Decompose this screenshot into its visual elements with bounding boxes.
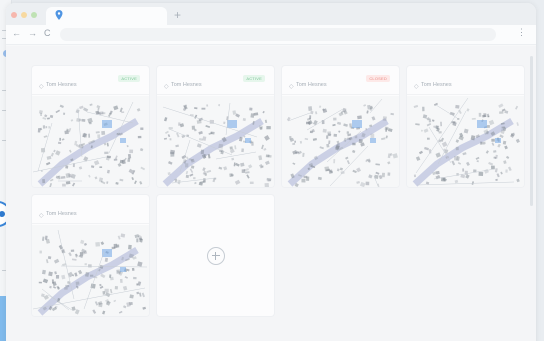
reload-icon[interactable]: C: [44, 28, 51, 38]
card-header: ◇ Tom Hesnes: [407, 66, 524, 95]
address-bar[interactable]: [60, 28, 496, 41]
project-title: Tom Hesnes: [46, 82, 77, 88]
browser-toolbar: ← → C ⋮: [6, 25, 536, 45]
map-thumbnail: [157, 96, 274, 187]
add-project-card[interactable]: [157, 195, 274, 316]
card-header: ◇ Tom Hesnes ACTIVE: [157, 66, 274, 95]
project-card[interactable]: ◇ Tom Hesnes CLOSED: [282, 66, 399, 187]
status-badge: ACTIVE: [118, 75, 140, 82]
forward-arrow-icon[interactable]: →: [28, 28, 37, 38]
project-card[interactable]: ◇ Tom Hesnes ACTIVE: [157, 66, 274, 187]
map-thumbnail: [282, 96, 399, 187]
tab-strip: +: [6, 3, 536, 25]
map-thumbnail: [32, 225, 149, 316]
map-icon: ◇: [289, 84, 294, 90]
project-gallery: ◇ Tom Hesnes ACTIVE ◇ Tom Hesnes ACTIVE …: [6, 46, 536, 341]
browser-window: + ← → C ⋮ ◇ Tom Hesnes ACTIVE ◇ Tom Hesn…: [6, 3, 536, 341]
project-card[interactable]: ◇ Tom Hesnes ACTIVE: [32, 66, 149, 187]
browser-tab[interactable]: [46, 7, 167, 25]
new-tab-button[interactable]: +: [174, 8, 181, 22]
status-badge: ACTIVE: [243, 75, 265, 82]
map-icon: ◇: [39, 84, 44, 90]
maximize-window-button[interactable]: [31, 12, 37, 18]
project-title: Tom Hesnes: [171, 82, 202, 88]
project-title: Tom Hesnes: [296, 82, 327, 88]
project-title: Tom Hesnes: [46, 211, 77, 217]
more-menu-icon[interactable]: ⋮: [517, 27, 526, 38]
project-card[interactable]: ◇ Tom Hesnes: [407, 66, 524, 187]
plus-icon[interactable]: [206, 246, 225, 265]
card-header: ◇ Tom Hesnes ACTIVE: [32, 66, 149, 95]
location-pin-icon: [55, 10, 63, 20]
card-header: ◇ Tom Hesnes: [32, 195, 149, 224]
minimize-window-button[interactable]: [21, 12, 27, 18]
status-badge: CLOSED: [366, 75, 390, 82]
map-icon: ◇: [414, 84, 419, 90]
map-thumbnail: [32, 96, 149, 187]
map-thumbnail: [407, 96, 524, 187]
back-arrow-icon[interactable]: ←: [12, 28, 21, 38]
close-window-button[interactable]: [11, 12, 17, 18]
card-header: ◇ Tom Hesnes CLOSED: [282, 66, 399, 95]
project-title: Tom Hesnes: [421, 82, 452, 88]
scrollbar[interactable]: [530, 56, 533, 206]
map-icon: ◇: [39, 213, 44, 219]
map-icon: ◇: [164, 84, 169, 90]
project-card[interactable]: ◇ Tom Hesnes: [32, 195, 149, 316]
